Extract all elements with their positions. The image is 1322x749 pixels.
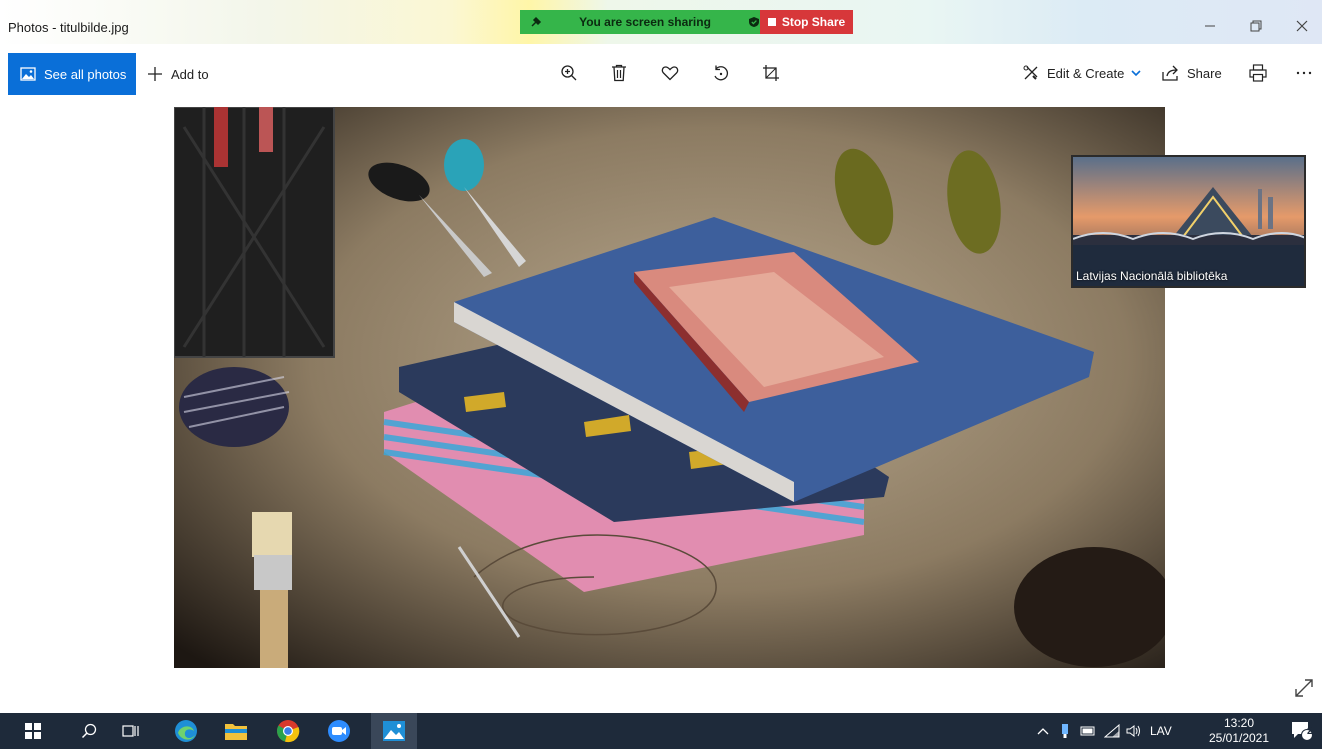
file-explorer-app[interactable] [213,713,259,749]
screen-share-status: You are screen sharing [520,10,760,34]
start-icon [25,723,41,739]
restore-button[interactable] [1234,12,1278,40]
file-explorer-icon [225,724,247,740]
restore-icon [1250,20,1262,32]
photos-app[interactable] [371,713,417,749]
screen-share-banner: You are screen sharing Stop Share [520,10,853,34]
preview-caption: Latvijas Nacionālā bibliotēka [1076,269,1228,283]
notification-count: 2 [1307,726,1313,737]
minimize-button[interactable] [1188,12,1232,40]
clock-date: 25/01/2021 [1208,731,1270,745]
battery-icon[interactable] [1080,725,1096,737]
toolbar: See all photos Add to Edit & Create Shar… [0,44,1322,96]
wifi-icon[interactable] [1104,724,1120,738]
see-all-photos-label: See all photos [44,66,127,82]
close-icon [1296,20,1308,32]
edge-app[interactable] [163,713,209,749]
expand-icon [1295,679,1313,697]
clock[interactable]: 13:20 25/01/2021 [1198,716,1280,746]
crop-icon [763,65,779,81]
window-title: Photos - titulbilde.jpg [8,20,129,35]
see-all-photos-button[interactable]: See all photos [8,53,136,95]
chevron-up-icon[interactable] [1036,726,1050,736]
chrome-icon [277,720,300,743]
shield-icon [749,17,759,27]
volume-icon[interactable] [1126,724,1142,738]
chevron-down-icon [1131,70,1141,77]
photos-icon [383,721,405,741]
print-button[interactable] [1243,58,1273,88]
more-options-button[interactable] [1289,58,1319,88]
minimize-icon [1205,25,1215,27]
pin-icon [531,16,542,27]
clock-time: 13:20 [1223,716,1255,730]
share-button[interactable]: Share [1162,58,1222,88]
share-label: Share [1187,65,1222,81]
delete-icon [612,64,626,82]
usb-icon[interactable] [1060,723,1070,739]
edit-create-icon [1023,65,1038,80]
zoom-in-button[interactable] [554,58,584,88]
notification-center-button[interactable]: 2 [1284,713,1320,749]
taskbar: LAV 13:20 25/01/2021 2 [0,713,1322,749]
task-view-icon [122,725,139,737]
screen-share-text: You are screen sharing [579,15,711,29]
zoom-in-icon [561,65,577,81]
stop-icon [767,18,776,26]
rotate-button[interactable] [706,58,736,88]
zoom-icon [328,720,350,742]
add-to-button[interactable]: Add to [147,53,209,95]
start-button[interactable] [10,713,56,749]
search-icon [81,723,97,739]
gallery-icon [20,67,36,81]
expand-button[interactable] [1294,678,1314,698]
edit-create-label: Edit & Create [1047,65,1125,81]
edge-icon [175,720,197,742]
search-button[interactable] [66,713,112,749]
stop-share-button[interactable]: Stop Share [760,10,853,34]
language-indicator[interactable]: LAV [1150,724,1172,738]
edit-create-button[interactable]: Edit & Create [1022,58,1141,88]
delete-button[interactable] [604,58,634,88]
more-icon [1296,71,1312,75]
system-tray: LAV [1036,713,1172,749]
preview-card[interactable]: Latvijas Nacionālā bibliotēka [1071,155,1306,288]
add-to-label: Add to [171,66,209,82]
rotate-icon [714,65,728,81]
chrome-app[interactable] [265,713,311,749]
share-icon [1162,65,1178,81]
close-button[interactable] [1280,12,1322,40]
print-icon [1249,64,1267,82]
favorite-icon [661,66,679,81]
plus-icon [148,67,162,81]
crop-button[interactable] [756,58,786,88]
stop-share-label: Stop Share [781,15,846,29]
task-view-button[interactable] [108,713,154,749]
favorite-button[interactable] [655,58,685,88]
pencil-cup [174,107,335,358]
main-photo [174,107,1165,668]
zoom-app[interactable] [316,713,362,749]
